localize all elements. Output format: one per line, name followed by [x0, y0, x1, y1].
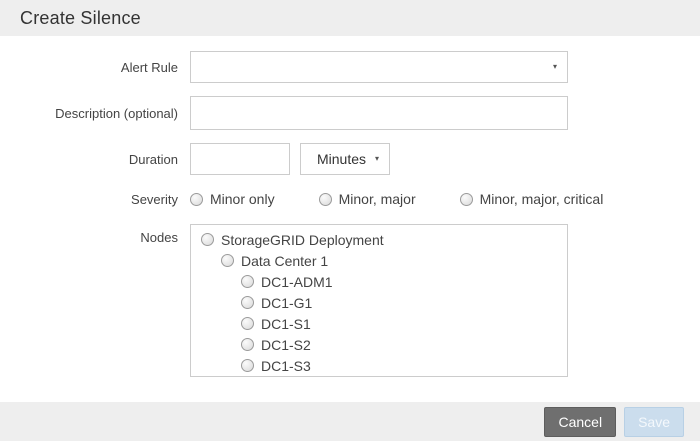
radio-icon: [241, 359, 254, 372]
node-label: DC1-S2: [261, 337, 311, 353]
radio-icon: [221, 254, 234, 267]
nodes-label: Nodes: [0, 224, 178, 245]
node-option-storagegrid-deployment[interactable]: StorageGRID Deployment: [191, 229, 567, 250]
node-option-data-center-1[interactable]: Data Center 1: [191, 250, 567, 271]
radio-icon: [190, 193, 203, 206]
save-button[interactable]: Save: [624, 407, 684, 437]
duration-unit-value: Minutes: [317, 151, 366, 167]
description-input[interactable]: [190, 96, 568, 130]
nodes-row: Nodes StorageGRID Deployment Data Center…: [0, 224, 700, 377]
dialog-header: Create Silence: [0, 0, 700, 36]
nodes-tree: StorageGRID Deployment Data Center 1 DC1…: [190, 224, 568, 377]
node-option-dc1-s2[interactable]: DC1-S2: [191, 334, 567, 355]
node-label: DC1-S3: [261, 358, 311, 374]
severity-option-minor-major[interactable]: Minor, major: [319, 191, 416, 207]
description-row: Description (optional): [0, 96, 700, 130]
severity-row: Severity Minor only Minor, major Minor, …: [0, 191, 700, 207]
duration-unit-select[interactable]: Minutes ▾: [300, 143, 390, 175]
description-label: Description (optional): [0, 106, 178, 121]
severity-radio-group: Minor only Minor, major Minor, major, cr…: [190, 191, 603, 207]
duration-label: Duration: [0, 152, 178, 167]
cancel-button[interactable]: Cancel: [544, 407, 616, 437]
duration-row: Duration Minutes ▾: [0, 143, 700, 175]
radio-icon: [241, 296, 254, 309]
radio-icon: [241, 317, 254, 330]
node-option-dc1-s3[interactable]: DC1-S3: [191, 355, 567, 376]
node-option-dc1-g1[interactable]: DC1-G1: [191, 292, 567, 313]
alert-rule-row: Alert Rule ▾: [0, 51, 700, 83]
severity-option-minor-only[interactable]: Minor only: [190, 191, 275, 207]
severity-option-minor-major-critical[interactable]: Minor, major, critical: [460, 191, 604, 207]
radio-icon: [319, 193, 332, 206]
severity-option-label: Minor, major, critical: [480, 191, 604, 207]
node-option-dc1-s1[interactable]: DC1-S1: [191, 313, 567, 334]
node-label: DC1-ADM1: [261, 274, 333, 290]
radio-icon: [241, 275, 254, 288]
dialog-body: Alert Rule ▾ Description (optional) Dura…: [0, 36, 700, 377]
dropdown-arrow-icon: ▾: [375, 155, 379, 163]
severity-label: Severity: [0, 192, 178, 207]
severity-option-label: Minor only: [210, 191, 275, 207]
radio-icon: [460, 193, 473, 206]
dialog-title: Create Silence: [20, 8, 141, 29]
node-label: DC1-G1: [261, 295, 312, 311]
create-silence-dialog: Create Silence Alert Rule ▾ Description …: [0, 0, 700, 441]
dropdown-arrow-icon: ▾: [553, 63, 557, 71]
radio-icon: [201, 233, 214, 246]
node-label: Data Center 1: [241, 253, 328, 269]
dialog-footer: Cancel Save: [0, 402, 700, 441]
severity-option-label: Minor, major: [339, 191, 416, 207]
alert-rule-select[interactable]: ▾: [190, 51, 568, 83]
node-label: StorageGRID Deployment: [221, 232, 384, 248]
node-label: DC1-S1: [261, 316, 311, 332]
duration-input[interactable]: [190, 143, 290, 175]
alert-rule-label: Alert Rule: [0, 60, 178, 75]
radio-icon: [241, 338, 254, 351]
node-option-dc1-adm1[interactable]: DC1-ADM1: [191, 271, 567, 292]
